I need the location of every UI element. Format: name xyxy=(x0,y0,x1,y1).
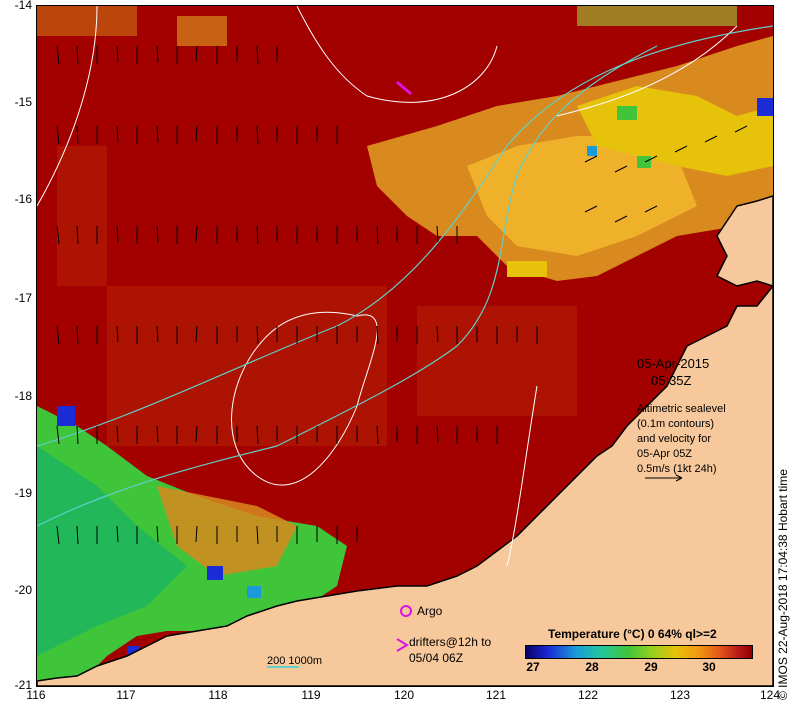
lon-tick: 116 xyxy=(26,688,46,702)
lat-tick: -14 xyxy=(14,0,32,12)
lat-tick: -20 xyxy=(14,583,32,597)
altimetry-line-2: (0.1m contours) xyxy=(637,418,714,430)
lat-tick: -18 xyxy=(14,389,32,403)
drifters-label-line-1: drifters@12h to xyxy=(409,635,492,649)
lat-tick: -17 xyxy=(14,291,32,305)
lon-tick: 122 xyxy=(577,688,599,702)
lon-tick: 117 xyxy=(116,688,136,702)
colorbar-tick: 27 xyxy=(526,660,540,674)
lon-tick: 123 xyxy=(669,688,691,702)
argo-legend-label: Argo xyxy=(417,604,443,618)
altimetry-line-4: 05-Apr 05Z xyxy=(637,448,692,460)
lon-tick: 119 xyxy=(301,688,321,702)
lat-tick: -19 xyxy=(14,486,32,500)
altimetry-line-1: Altimetric sealevel xyxy=(637,403,726,415)
lon-tick: 120 xyxy=(393,688,415,702)
colorbar-title: Temperature (°C) 0 64% ql>=2 xyxy=(548,627,717,641)
imos-timestamp: © IMOS 22-Aug-2018 17:04:38 Hobart time xyxy=(776,469,790,700)
map-date: 05-Apr-2015 xyxy=(637,356,709,371)
altimetry-line-5: 0.5m/s (1kt 24h) xyxy=(637,463,716,475)
lat-tick: -16 xyxy=(14,192,32,206)
altimetry-line-3: and velocity for xyxy=(637,433,711,445)
sst-map-frame: 05-Apr-2015 05:35Z Altimetric sealevel (… xyxy=(36,5,774,687)
bathy-legend-label: 200 1000m xyxy=(267,655,322,667)
colorbar-tick: 30 xyxy=(702,660,716,674)
lon-tick: 118 xyxy=(208,688,228,702)
colorbar-tick: 29 xyxy=(644,660,658,674)
lon-tick: 121 xyxy=(485,688,507,702)
lat-tick: -15 xyxy=(14,95,32,109)
temperature-colorbar xyxy=(525,645,753,659)
map-time: 05:35Z xyxy=(651,373,692,388)
drifters-label-line-2: 05/04 06Z xyxy=(409,651,463,665)
colorbar-tick: 28 xyxy=(585,660,599,674)
sst-map: 05-Apr-2015 05:35Z Altimetric sealevel (… xyxy=(37,6,773,686)
